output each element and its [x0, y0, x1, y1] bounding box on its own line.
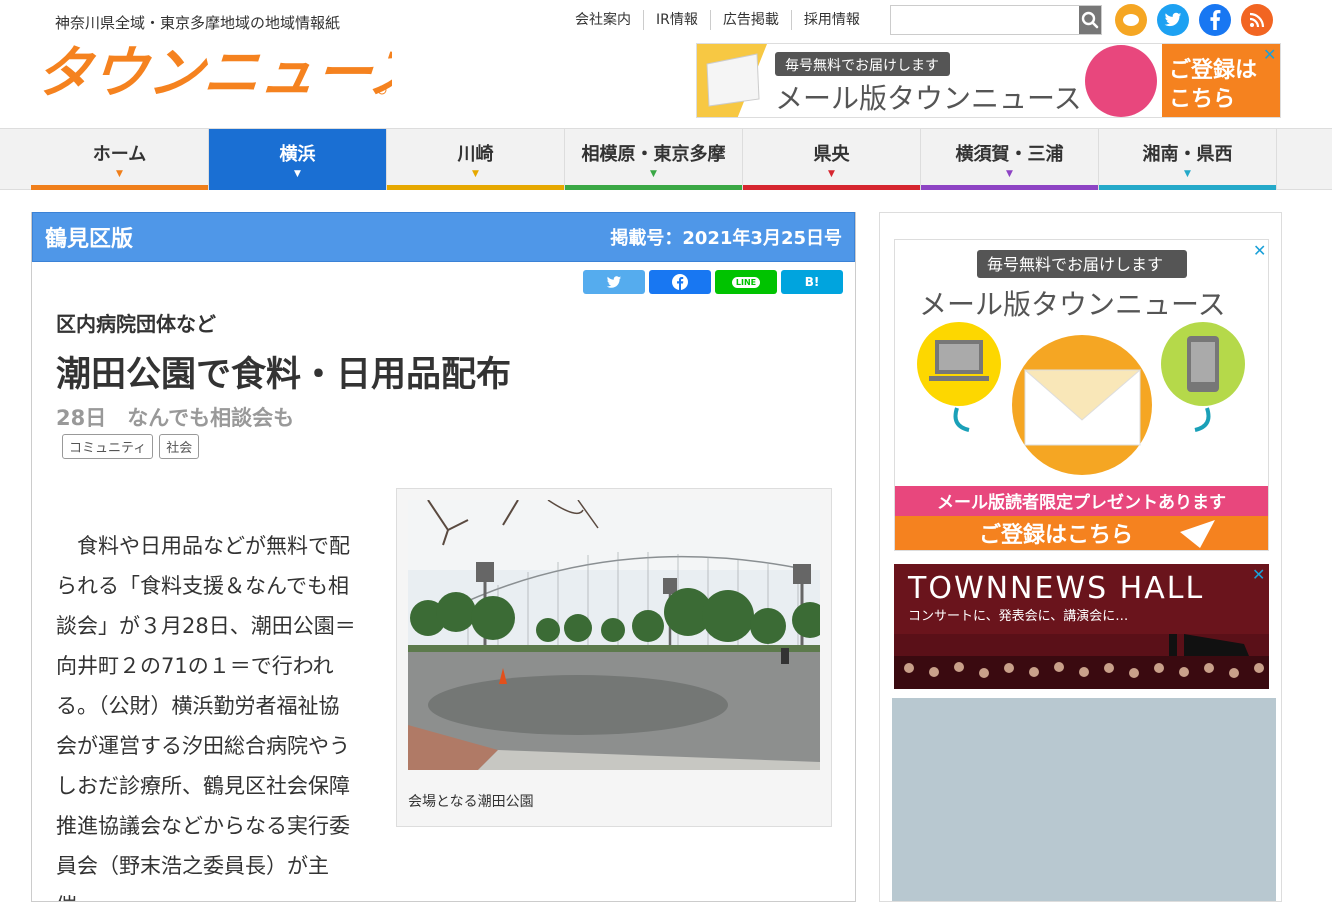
sidebar-ad-badge: 毎号無料でお届けします	[987, 255, 1163, 274]
chevron-down-icon: ▼	[1006, 169, 1013, 179]
nav-tab-kawasaki[interactable]: 川崎 ▼	[387, 129, 565, 190]
sidebar-ad-present: メール版読者限定プレゼントあります	[937, 492, 1226, 513]
share-facebook-button[interactable]	[649, 270, 711, 294]
chevron-down-icon: ▼	[828, 169, 835, 179]
nav-tab-home[interactable]: ホーム ▼	[31, 129, 209, 190]
chevron-down-icon: ▼	[472, 169, 479, 179]
share-twitter-button[interactable]	[583, 270, 645, 294]
article-body: 食料や日用品などが無料で配られる「食料支援＆なんでも相談会」が３月28日、潮田公…	[56, 526, 356, 901]
svg-text:こちら: こちら	[1169, 87, 1235, 112]
nav-label: 相模原・東京多摩	[581, 144, 726, 165]
ad-placeholder	[892, 698, 1276, 901]
park-photo[interactable]	[408, 500, 820, 770]
townnews-logo[interactable]: タウンニュース	[30, 38, 440, 105]
link-company[interactable]: 会社案内	[563, 10, 643, 30]
logo-text: タウンニュース	[32, 40, 392, 100]
issue-date: 掲載号：2021年3月25日号	[610, 228, 842, 249]
nav-label: 横須賀・三浦	[955, 144, 1064, 165]
close-icon[interactable]: ✕	[1263, 45, 1276, 64]
facebook-icon	[672, 274, 688, 290]
hatena-icon: B!	[804, 275, 820, 289]
search-input[interactable]	[891, 6, 1079, 34]
chevron-down-icon: ▼	[116, 169, 123, 179]
article-subhead: 28日 なんでも相談会も	[56, 406, 295, 430]
nav-label: 県央	[813, 144, 850, 165]
tag-society[interactable]: 社会	[159, 434, 200, 459]
nav-tab-yokosuka-miura[interactable]: 横須賀・三浦 ▼	[921, 129, 1099, 190]
link-recruit[interactable]: 採用情報	[790, 10, 872, 30]
facebook-icon[interactable]	[1199, 4, 1231, 36]
link-ir[interactable]: IR情報	[643, 10, 710, 30]
line-icon: LINE	[731, 276, 761, 288]
close-icon[interactable]: ✕	[1253, 241, 1266, 260]
nav-tab-kenou[interactable]: 県央 ▼	[743, 129, 921, 190]
svg-text:ご登録は: ご登録は	[1169, 57, 1257, 83]
share-buttons: LINE B!	[583, 270, 843, 294]
chevron-down-icon: ▼	[1184, 169, 1191, 179]
nav-label: 湘南・県西	[1142, 144, 1233, 165]
corporate-links: 会社案内 IR情報 広告掲載 採用情報	[563, 8, 872, 32]
article-headline: 潮田公園で食料・日用品配布	[56, 355, 512, 395]
nav-tab-shonan-kensei[interactable]: 湘南・県西 ▼	[1099, 129, 1277, 190]
sidebar-ad-title: メール版タウンニュース	[919, 288, 1226, 321]
site-tagline: 神奈川県全域・東京多摩地域の地域情報紙	[55, 14, 341, 32]
sidebar: 毎号無料でお届けします メール版タウンニュース メール版読者限定プレゼントありま…	[879, 212, 1282, 902]
article-kicker: 区内病院団体など	[56, 312, 216, 336]
top-ad-badge: 毎号無料でお届けします	[785, 58, 939, 74]
nav-label: 横浜	[279, 144, 316, 165]
townnews-hall-ad[interactable]: TOWNNEWS HALL コンサートに、発表会に、講演会に… ✕	[894, 564, 1269, 689]
article-panel: 鶴見区版 掲載号：2021年3月25日号 LINE B! 区内病院団体など 潮田…	[31, 212, 856, 902]
nav-label: 川崎	[457, 144, 494, 165]
sidebar-newsletter-ad[interactable]: 毎号無料でお届けします メール版タウンニュース メール版読者限定プレゼントありま…	[894, 239, 1269, 551]
edition-name: 鶴見区版	[45, 227, 134, 252]
chevron-down-icon: ▼	[294, 169, 301, 179]
article-paragraph: 食料や日用品などが無料で配られる「食料支援＆なんでも相談会」が３月28日、潮田公…	[56, 534, 356, 901]
article-tags: コミュニティ 社会	[62, 434, 200, 459]
photo-caption: 会場となる潮田公園	[408, 794, 534, 810]
article-figure: 会場となる潮田公園	[396, 488, 832, 827]
nav-label: ホーム	[92, 144, 147, 165]
chat-icon[interactable]	[1115, 4, 1147, 36]
twitter-icon	[606, 275, 622, 288]
nav-tab-sagamihara-tama[interactable]: 相模原・東京多摩 ▼	[565, 129, 743, 190]
twitter-icon[interactable]	[1157, 4, 1189, 36]
share-hatena-button[interactable]: B!	[781, 270, 843, 294]
nav-tab-yokohama[interactable]: 横浜 ▼	[209, 129, 387, 190]
search-button[interactable]	[1079, 6, 1101, 34]
sidebar-ad-cta: ご登録はこちら	[979, 522, 1133, 548]
hall-ad-title: TOWNNEWS HALL	[907, 571, 1204, 606]
search-icon	[1081, 11, 1099, 29]
chevron-down-icon: ▼	[650, 169, 657, 179]
tag-community[interactable]: コミュニティ	[62, 434, 154, 459]
close-icon[interactable]: ✕	[1252, 565, 1265, 584]
link-advertising[interactable]: 広告掲載	[709, 10, 791, 30]
site-header: 神奈川県全域・東京多摩地域の地域情報紙 タウンニュース 会社案内 IR情報 広告…	[0, 0, 1332, 128]
share-line-button[interactable]: LINE	[715, 270, 777, 294]
mail-newsletter-banner-ad[interactable]: 毎号無料でお届けします メール版タウンニュース ご登録は こちら ✕	[696, 43, 1281, 118]
top-ad-title: メール版タウンニュース	[775, 82, 1082, 115]
search-box	[890, 5, 1102, 35]
hall-ad-subtitle: コンサートに、発表会に、講演会に…	[908, 608, 1128, 624]
rss-icon[interactable]	[1241, 4, 1273, 36]
main-nav: ホーム ▼ 横浜 ▼ 川崎 ▼ 相模原・東京多摩 ▼ 県央 ▼ 横須賀・三浦 ▼ 湘南・県西…	[0, 128, 1332, 190]
edition-bar: 鶴見区版 掲載号：2021年3月25日号	[32, 212, 855, 262]
